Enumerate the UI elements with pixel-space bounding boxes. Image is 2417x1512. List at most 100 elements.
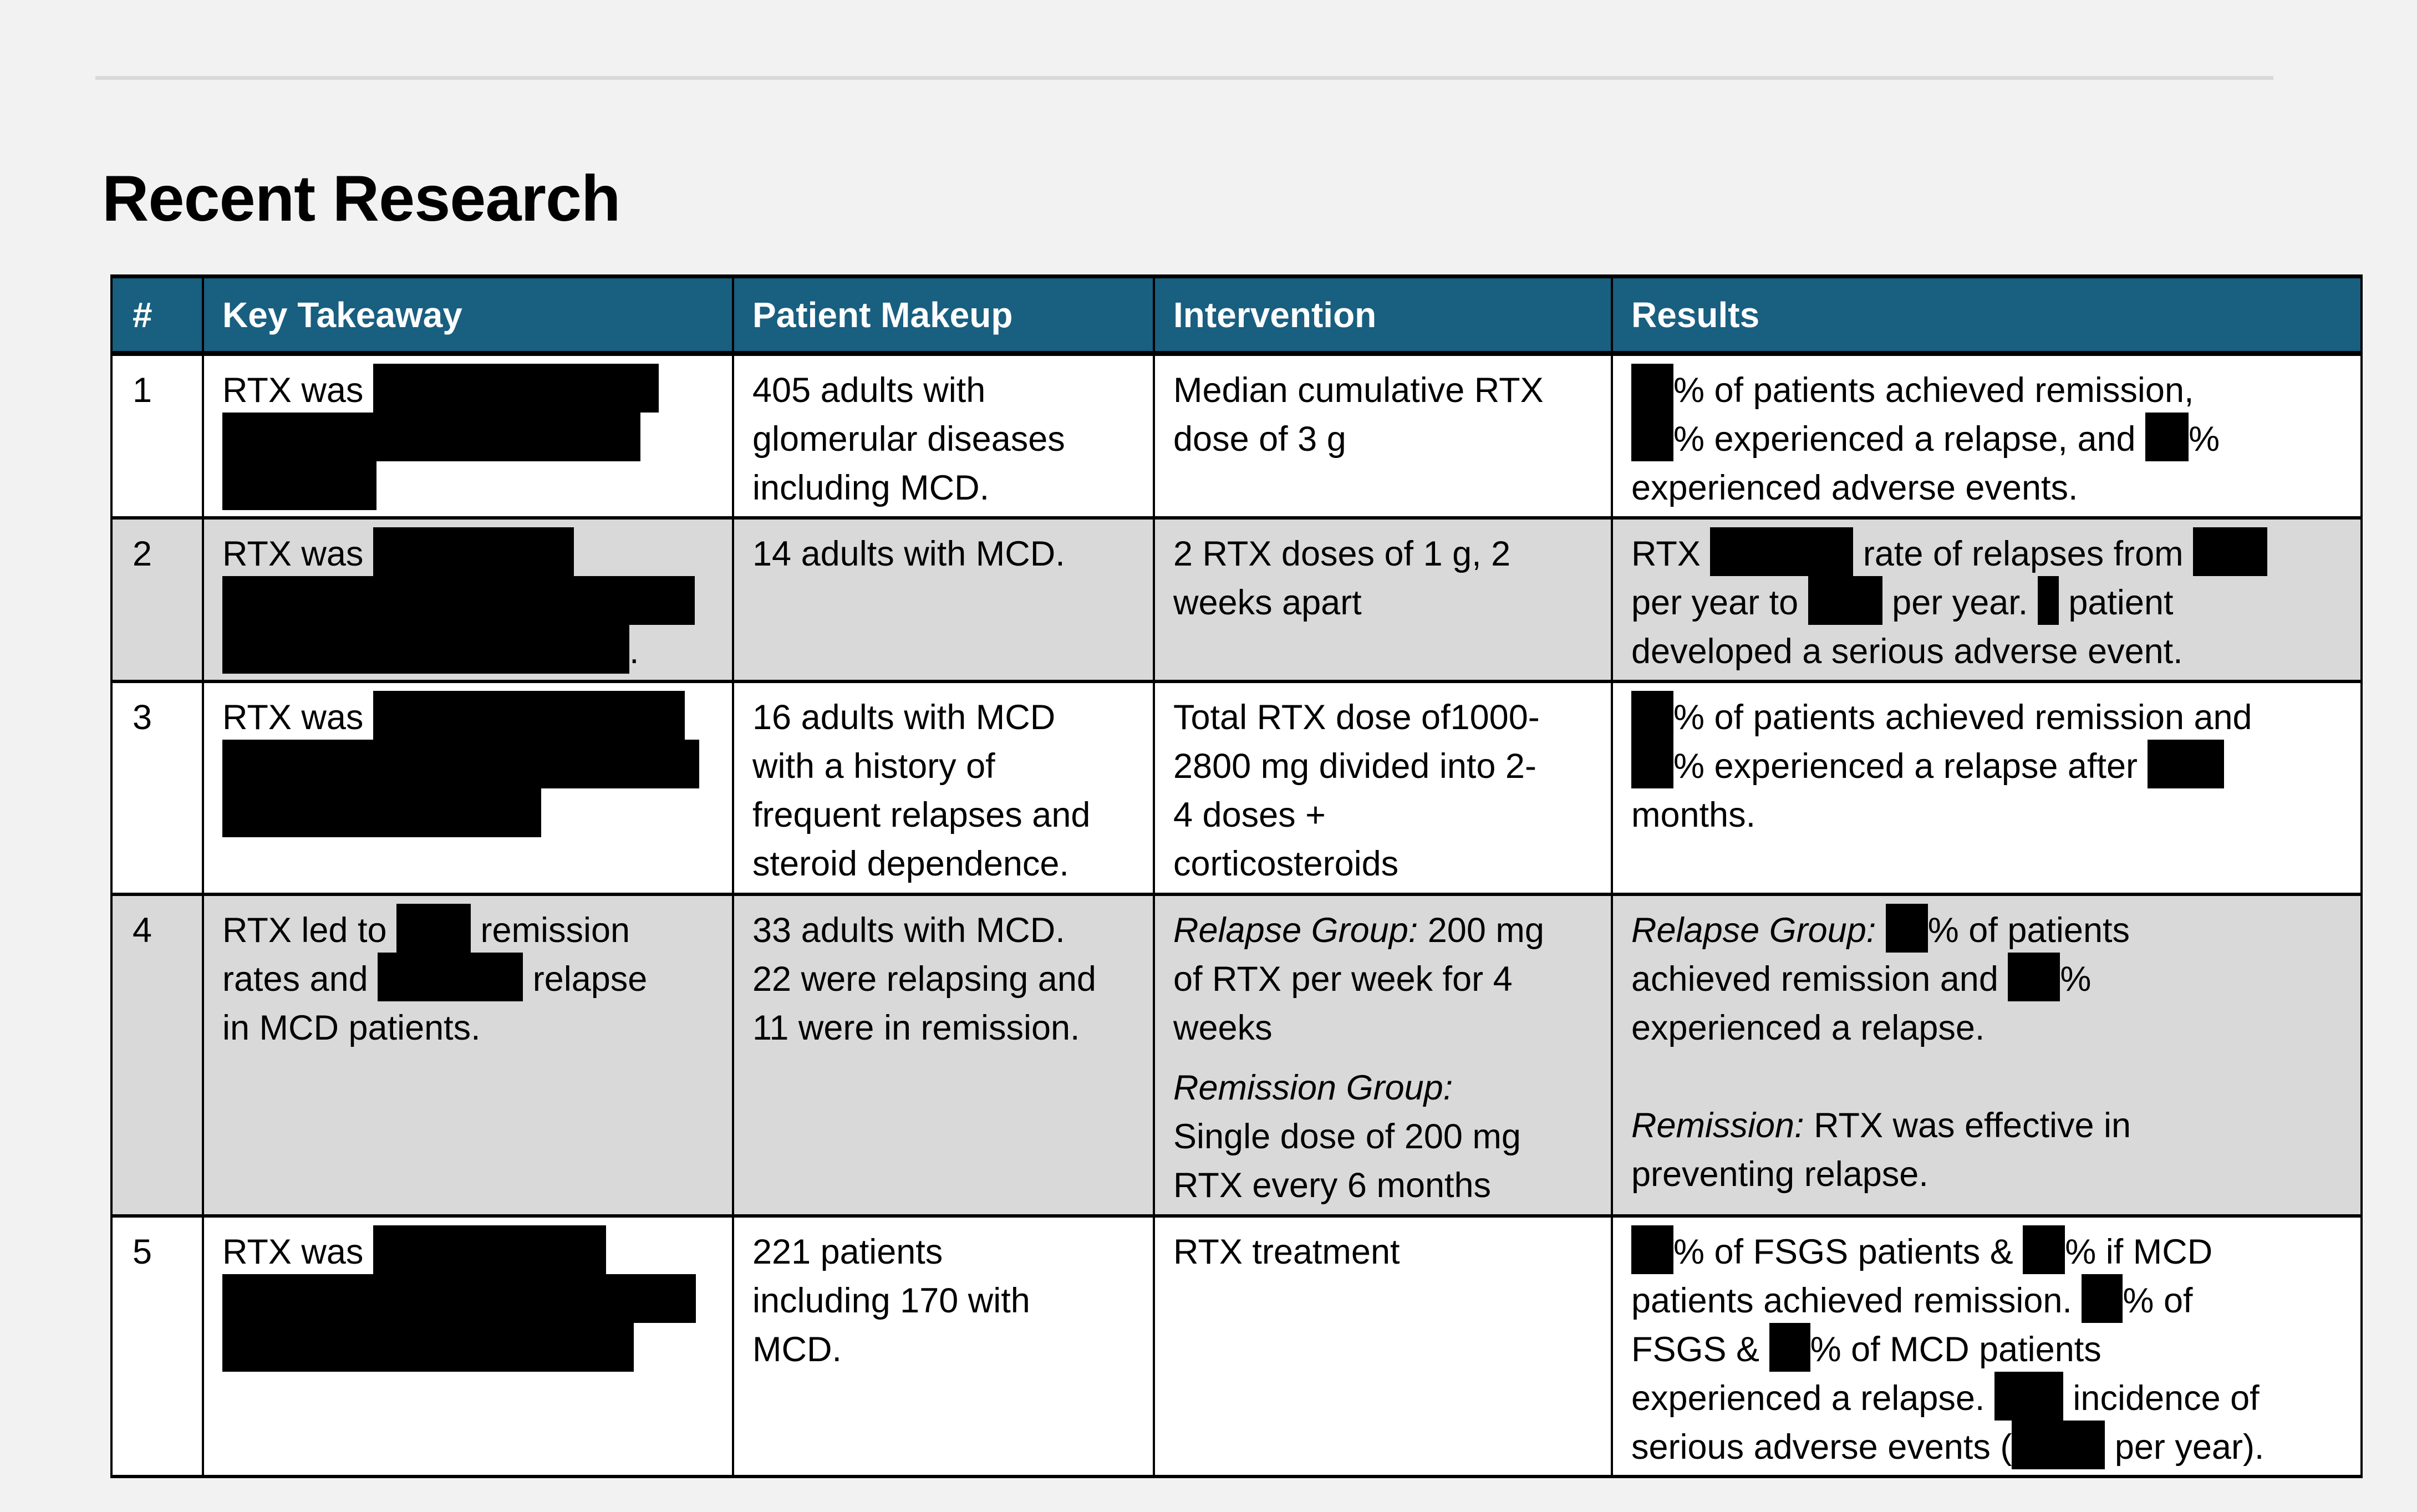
italic-label: Relapse Group: xyxy=(1173,911,1418,950)
cell-text: rate of relapses from xyxy=(1853,534,2194,573)
cell-text: achieved remission and xyxy=(1631,960,2008,999)
cell-text: RTX treatment xyxy=(1173,1233,1400,1271)
cell-text: serious adverse events ( xyxy=(1631,1428,2012,1467)
key-takeaway-cell: RTX was xyxy=(202,681,734,896)
research-table: # Key Takeaway Patient Makeup Interventi… xyxy=(110,274,2363,1478)
cell-text-line: preventing relapse. xyxy=(1631,1150,2344,1199)
cell-text-line xyxy=(222,788,715,839)
cell-text: Single dose of 200 mg xyxy=(1173,1117,1521,1156)
cell-text-line: Single dose of 200 mg xyxy=(1173,1112,1594,1161)
results-cell: % of patients achieved remission and % ex… xyxy=(1611,681,2363,896)
cell-text: patient xyxy=(2058,583,2174,622)
row-number-cell: 4 xyxy=(110,894,204,1218)
redaction-bar xyxy=(1808,576,1882,625)
cell-text-line: of RTX per week for 4 xyxy=(1173,955,1594,1004)
cell-text-line xyxy=(222,461,715,512)
cell-text-line xyxy=(222,740,715,791)
cell-text-line: % of FSGS patients & % if MCD xyxy=(1631,1225,2344,1276)
cell-text-line: 4 doses + xyxy=(1173,791,1594,839)
table-row: 2 RTX was . 14 adults with MCD. 2 RTX do… xyxy=(110,518,2363,683)
cell-text: % of MCD patients xyxy=(1810,1330,2101,1369)
table-row: 3 RTX was 16 adults with MCD with a histo… xyxy=(110,681,2363,896)
cell-text: 33 adults with MCD. xyxy=(752,911,1065,950)
results-cell: % of FSGS patients & % if MCD patients ac… xyxy=(1611,1216,2363,1478)
key-takeaway-cell: RTX led to remission rates and relapse in … xyxy=(202,894,734,1218)
cell-text: % if MCD xyxy=(2065,1233,2213,1271)
cell-text: % of FSGS patients & xyxy=(1673,1233,2023,1271)
cell-text: RTX xyxy=(1631,534,1711,573)
cell-text-line: rates and relapse xyxy=(222,953,715,1004)
cell-text-line: months. xyxy=(1631,791,2344,839)
cell-text: 11 were in remission. xyxy=(752,1009,1080,1047)
redaction-bar xyxy=(1631,740,1673,788)
redaction-bar xyxy=(1994,1372,2063,1421)
cell-text-line: Total RTX dose of1000- xyxy=(1173,693,1594,742)
redaction-bar xyxy=(1631,691,1673,740)
cell-text: 22 were relapsing and xyxy=(752,960,1096,999)
cell-text-line xyxy=(222,576,715,627)
redaction-bar xyxy=(222,1323,634,1372)
cell-text-line: RTX was xyxy=(222,1225,715,1276)
cell-text: RTX every 6 months xyxy=(1173,1166,1492,1205)
cell-text: dose of 3 g xyxy=(1173,420,1346,459)
cell-text-line: 33 adults with MCD. xyxy=(752,906,1136,955)
cell-text: 16 adults with MCD xyxy=(752,698,1056,737)
cell-text: experienced a relapse. xyxy=(1631,1379,1994,1418)
cell-text: corticosteroids xyxy=(1173,844,1399,883)
table-row: 1 RTX was 405 adults with glomerular dise… xyxy=(110,353,2363,520)
cell-text: RTX was xyxy=(222,698,373,737)
cell-text: 405 adults with xyxy=(752,371,986,410)
cell-text-line: 14 adults with MCD. xyxy=(752,530,1136,578)
cell-text: patients achieved remission. xyxy=(1631,1281,2082,1320)
cell-text: rates and xyxy=(222,960,378,999)
cell-text: 221 patients xyxy=(752,1233,943,1271)
cell-text-line: RTX every 6 months xyxy=(1173,1161,1594,1210)
cell-text: remission xyxy=(471,911,630,950)
cell-text: % of patients xyxy=(1927,911,2130,950)
cell-text-line: RTX was xyxy=(222,691,715,742)
redaction-bar xyxy=(373,1225,606,1274)
cell-text-line: 22 were relapsing and xyxy=(752,955,1136,1004)
cell-text: per year. xyxy=(1882,583,2038,622)
cell-text-line: RTX was xyxy=(222,364,715,415)
redaction-bar xyxy=(378,953,523,1001)
cell-text-line: developed a serious adverse event. xyxy=(1631,627,2344,676)
cell-text: 4 doses + xyxy=(1173,796,1326,834)
redaction-bar xyxy=(1710,527,1854,576)
cell-text: including MCD. xyxy=(752,469,990,507)
cell-text-line: glomerular diseases xyxy=(752,415,1136,464)
cell-text: experienced adverse events. xyxy=(1631,469,2078,507)
cell-text: RTX was xyxy=(222,1233,373,1271)
cell-text: % xyxy=(2189,420,2220,459)
cell-text-line: experienced adverse events. xyxy=(1631,464,2344,512)
redaction-bar xyxy=(222,413,640,461)
cell-text: relapse xyxy=(523,960,648,999)
cell-text-line: weeks xyxy=(1173,1004,1594,1052)
patient-makeup-cell: 14 adults with MCD. xyxy=(732,518,1155,683)
cell-text-line: RTX led to remission xyxy=(222,904,715,955)
cell-text xyxy=(1876,911,1886,950)
column-header-key-takeaway: Key Takeaway xyxy=(202,274,734,356)
cell-text-line: achieved remission and % xyxy=(1631,953,2344,1004)
results-cell: % of patients achieved remission,% exper… xyxy=(1611,353,2363,520)
cell-text-line: patients achieved remission. % of xyxy=(1631,1274,2344,1325)
cell-text-line: % of patients achieved remission and xyxy=(1631,691,2344,742)
cell-text: developed a serious adverse event. xyxy=(1631,632,2183,671)
table-row: 5 RTX was 221 patients including 170 with… xyxy=(110,1216,2363,1478)
row-number-cell: 3 xyxy=(110,681,204,896)
row-number-cell: 5 xyxy=(110,1216,204,1478)
cell-text-line: MCD. xyxy=(752,1325,1136,1374)
key-takeaway-cell: RTX was xyxy=(202,353,734,520)
results-cell: RTX rate of relapses from per year to pe… xyxy=(1611,518,2363,683)
cell-text-line: 221 patients xyxy=(752,1228,1136,1276)
italic-label: Remission: xyxy=(1631,1106,1804,1145)
cell-text-line: 2800 mg divided into 2- xyxy=(1173,742,1594,791)
redaction-bar xyxy=(222,788,541,837)
cell-text-line: % experienced a relapse, and % xyxy=(1631,413,2344,464)
redaction-bar xyxy=(1631,364,1673,413)
intervention-cell: Total RTX dose of1000- 2800 mg divided in… xyxy=(1153,681,1613,896)
cell-text: preventing relapse. xyxy=(1631,1155,1928,1194)
redaction-bar xyxy=(222,625,629,674)
redaction-bar xyxy=(2012,1421,2105,1469)
redaction-bar xyxy=(2037,576,2059,625)
